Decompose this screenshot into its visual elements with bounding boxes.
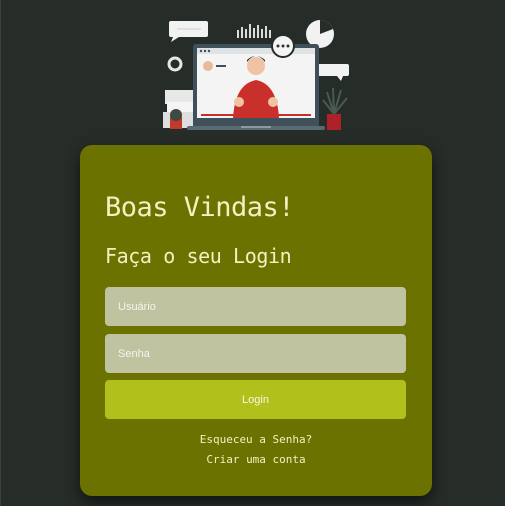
username-input[interactable]	[105, 287, 406, 326]
password-input[interactable]	[105, 334, 406, 373]
forgot-password-link[interactable]: Esqueceu a Senha?	[80, 433, 432, 446]
login-card: Boas Vindas! Faça o seu Login Login Esqu…	[80, 145, 432, 496]
create-account-link[interactable]: Criar uma conta	[80, 453, 432, 466]
video-call-illustration-icon	[161, 16, 353, 134]
login-subtitle: Faça o seu Login	[105, 244, 292, 268]
login-button[interactable]: Login	[105, 380, 406, 419]
welcome-title: Boas Vindas!	[105, 192, 295, 223]
